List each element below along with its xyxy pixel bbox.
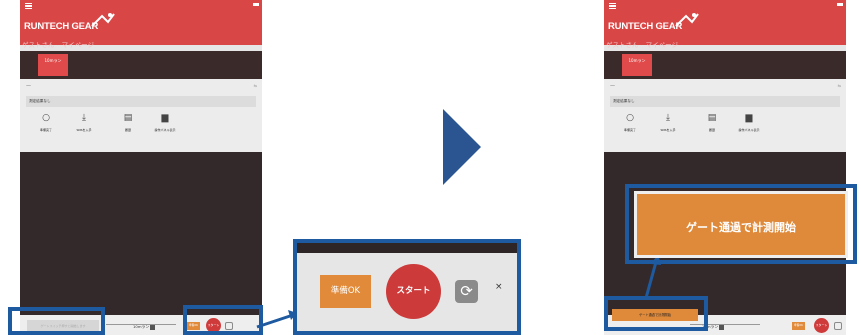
- action-ready[interactable]: ○ 準備完了: [613, 113, 647, 132]
- user-row: ゲストさん マイページ: [604, 39, 846, 51]
- action-history[interactable]: ▤ 履歴: [111, 113, 145, 132]
- chevron-down-icon: [719, 324, 725, 330]
- circle-icon: ○: [626, 113, 634, 123]
- mypage-link[interactable]: マイページ: [646, 41, 678, 49]
- mypage-link[interactable]: マイページ: [62, 41, 94, 49]
- zoom-callout: 準備OK スタート ⟳ ×: [293, 239, 521, 335]
- highlight-gate-small: [604, 296, 708, 331]
- user-name: ゲストさん: [22, 41, 55, 49]
- clipboard-icon: ▤: [707, 113, 717, 123]
- action-icon-row: ○ 準備完了 ⤓ SNSを入手 ▤ 履歴 ▆ 操作パネル表示: [604, 113, 846, 145]
- start-button[interactable]: スタート: [814, 318, 829, 333]
- panel-label: —: [26, 83, 31, 89]
- app-logo: RUNTECH GEAR: [24, 21, 99, 32]
- action-sns[interactable]: ⤓ SNSを入手: [651, 113, 685, 132]
- zoom-sync-icon[interactable]: ⟳: [455, 280, 478, 303]
- action-icon-row: ○ 準備完了 ⤓ SNSを入手 ▤ 履歴 ▆ 操作パネル表示: [20, 113, 262, 145]
- zoom-close-icon[interactable]: ×: [495, 282, 503, 292]
- menu-icon[interactable]: [25, 3, 32, 9]
- device-icon: ▆: [161, 113, 169, 123]
- left-tablet-screen: RUNTECH GEAR ゲストさん マイページ 10mラン — ⇆ 測定結果な…: [20, 0, 262, 335]
- next-step-arrow-icon: [443, 109, 481, 185]
- highlight-hint-field: [8, 307, 105, 335]
- tab-10m-run[interactable]: 10mラン: [622, 54, 652, 76]
- measure-panel: — ⇆ 測定結果なし ○ 準備完了 ⤓ SNSを入手 ▤ 履歴 ▆ 操作パネル表…: [604, 79, 846, 152]
- ready-button[interactable]: 準備OK: [792, 322, 805, 330]
- panel-control-icon[interactable]: ⇆: [838, 83, 841, 88]
- device-icon: ▆: [745, 113, 753, 123]
- zoom-dark-band: [297, 243, 517, 253]
- battery-icon: [253, 3, 259, 6]
- app-logo: RUNTECH GEAR: [608, 21, 683, 32]
- zoom-ready-button[interactable]: 準備OK: [320, 275, 371, 308]
- user-row: ゲストさん マイページ: [20, 39, 262, 51]
- circle-icon: ○: [42, 113, 50, 123]
- battery-icon: [837, 3, 843, 6]
- download-icon: ⤓: [82, 113, 86, 123]
- action-ready[interactable]: ○ 準備完了: [29, 113, 63, 132]
- download-icon: ⤓: [666, 113, 670, 123]
- menu-icon[interactable]: [609, 3, 616, 9]
- result-bar: 測定結果なし: [26, 96, 256, 107]
- clipboard-icon: ▤: [123, 113, 133, 123]
- measure-panel: — ⇆ 測定結果なし ○ 準備完了 ⤓ SNSを入手 ▤ 履歴 ▆ 操作パネル表…: [20, 79, 262, 152]
- result-bar: 測定結果なし: [610, 96, 840, 107]
- panel-label: —: [610, 83, 615, 89]
- runner-logo-icon: [91, 13, 115, 27]
- gate-start-label: ゲート通過で計測開始: [634, 191, 848, 258]
- zoom-start-button[interactable]: スタート: [386, 264, 441, 319]
- tab-10m-run[interactable]: 10mラン: [38, 54, 68, 76]
- sync-icon[interactable]: [834, 322, 842, 330]
- action-panel[interactable]: ▆ 操作パネル表示: [732, 113, 766, 132]
- chevron-down-icon: [150, 324, 156, 330]
- runner-logo-icon: [675, 13, 699, 27]
- action-panel[interactable]: ▆ 操作パネル表示: [148, 113, 182, 132]
- highlight-controls: [183, 305, 263, 335]
- action-sns[interactable]: ⤓ SNSを入手: [67, 113, 101, 132]
- content-area: [20, 152, 262, 315]
- distance-dropdown[interactable]: 10mラン: [133, 324, 156, 330]
- user-name: ゲストさん: [606, 41, 639, 49]
- action-history[interactable]: ▤ 履歴: [695, 113, 729, 132]
- panel-control-icon[interactable]: ⇆: [254, 83, 257, 88]
